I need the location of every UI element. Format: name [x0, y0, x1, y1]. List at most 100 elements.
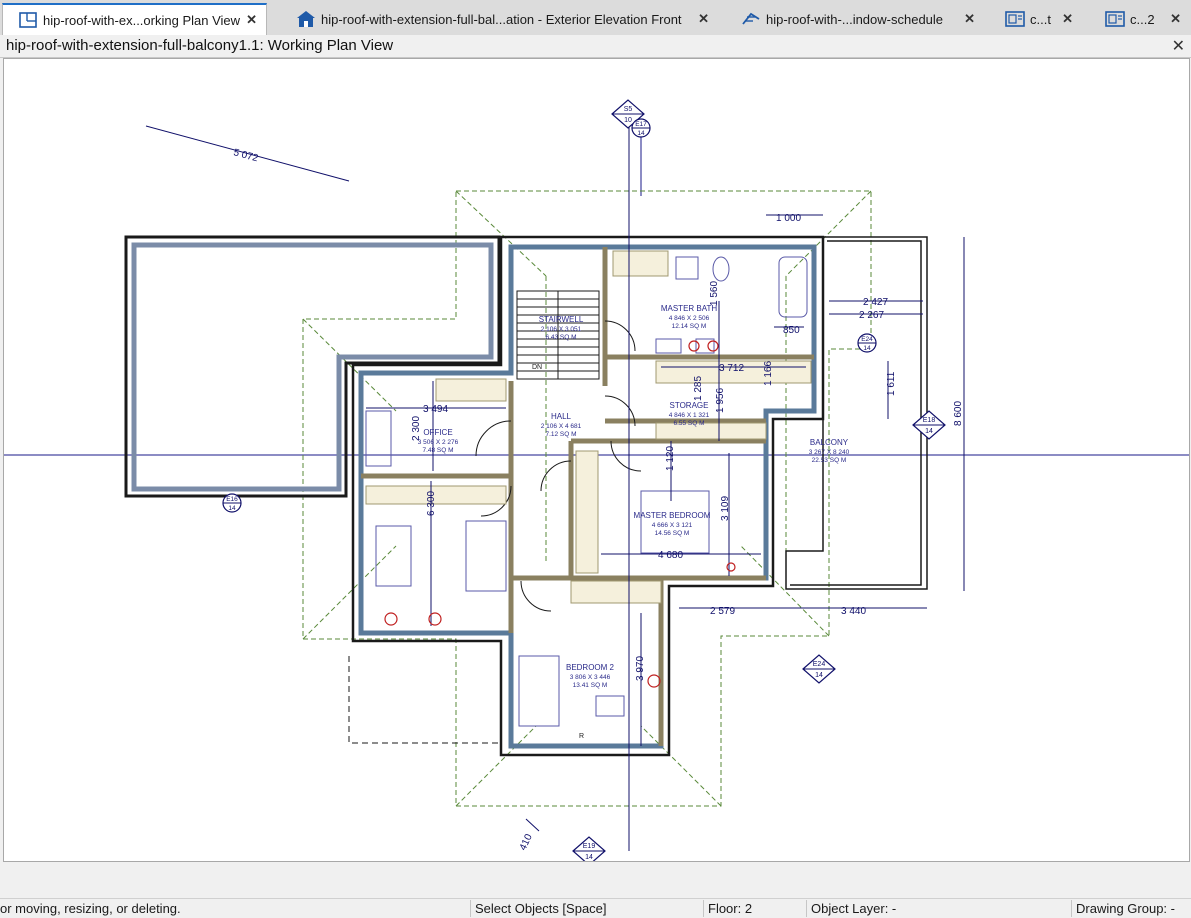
close-view-icon[interactable]: ✕: [1172, 36, 1185, 56]
close-icon[interactable]: ✕: [698, 11, 709, 27]
elevation-marker-e16[interactable]: E16 14: [222, 493, 242, 513]
svg-text:E17: E17: [635, 121, 647, 128]
status-divider: [470, 900, 471, 917]
elevation-marker-e24-bottom[interactable]: E24 14: [802, 654, 836, 684]
svg-text:MASTER BATH: MASTER BATH: [661, 304, 718, 313]
tab-window-schedule[interactable]: hip-roof-with-...indow-schedule ✕: [726, 3, 984, 35]
svg-text:14: 14: [228, 505, 236, 512]
svg-text:3 806 X 3 446: 3 806 X 3 446: [570, 674, 611, 681]
svg-text:E24: E24: [813, 661, 826, 668]
layout-sheet-icon: [1005, 11, 1025, 27]
svg-text:14: 14: [585, 854, 593, 861]
svg-text:HALL: HALL: [551, 412, 572, 421]
dimension-label: 1 000: [776, 213, 801, 224]
svg-text:E16: E16: [226, 496, 238, 503]
left-deck: [124, 235, 501, 498]
svg-text:2 106 X 4 681: 2 106 X 4 681: [541, 423, 582, 430]
dimension-label: 5 072: [232, 147, 259, 164]
dimension-label: 3 494: [423, 404, 448, 415]
document-tab-bar: hip-roof-with-ex...orking Plan View ✕ hi…: [0, 0, 1191, 36]
layout-sheet-icon: [1105, 11, 1125, 27]
svg-text:BEDROOM 2: BEDROOM 2: [566, 663, 615, 672]
svg-text:OFFICE: OFFICE: [423, 428, 452, 437]
svg-text:14: 14: [925, 428, 933, 435]
close-icon[interactable]: ✕: [1062, 11, 1073, 27]
svg-text:12.14 SQ M: 12.14 SQ M: [672, 323, 707, 330]
status-floor: Floor: 2: [708, 901, 753, 916]
svg-text:2 106 X 3 051: 2 106 X 3 051: [541, 326, 582, 333]
dimension-label: 1 285: [693, 376, 704, 401]
svg-text:BALCONY: BALCONY: [810, 438, 849, 447]
dimension-label: 410: [518, 832, 535, 852]
svg-text:S5: S5: [624, 106, 633, 113]
dimension-label: 2 427: [863, 297, 888, 308]
status-divider: [806, 900, 807, 917]
close-icon[interactable]: ✕: [964, 11, 975, 27]
svg-text:STORAGE: STORAGE: [670, 401, 709, 410]
dimension-label: 3 109: [720, 496, 731, 521]
dimension-lines: [145, 111, 965, 851]
dimension-label: 1 956: [715, 388, 726, 413]
dimension-label: 1 166: [763, 361, 774, 386]
status-drawing-group: Drawing Group: -: [1076, 901, 1175, 916]
lower-deck-outline: [348, 656, 498, 744]
room-label-bedroom-2: BEDROOM 2 3 806 X 3 446 13.41 SQ M: [566, 663, 615, 689]
status-mode: Select Objects [Space]: [475, 901, 607, 916]
room-label-office: OFFICE 3 506 X 2 276 7.48 SQ M: [418, 428, 459, 454]
svg-text:14: 14: [863, 345, 871, 352]
elevation-marker-e19[interactable]: E19 14: [572, 836, 606, 861]
status-hint: or moving, resizing, or deleting.: [0, 901, 181, 916]
svg-text:3 267 X 8 240: 3 267 X 8 240: [809, 449, 850, 456]
elevation-marker-e18[interactable]: E18 14: [912, 410, 946, 440]
status-divider: [703, 900, 704, 917]
svg-text:3 506 X 2 276: 3 506 X 2 276: [418, 439, 459, 446]
status-bar: or moving, resizing, or deleting. Select…: [0, 898, 1191, 918]
dimension-label: 4 680: [658, 550, 683, 561]
svg-text:MASTER BEDROOM: MASTER BEDROOM: [634, 511, 711, 520]
plan-view-icon: [19, 12, 37, 28]
range-label: R: [579, 733, 584, 740]
tab-working-plan-view[interactable]: hip-roof-with-ex...orking Plan View ✕: [2, 3, 267, 35]
svg-text:10: 10: [624, 117, 632, 124]
tab-layout-c2[interactable]: c...2 ✕: [1090, 3, 1190, 35]
close-icon[interactable]: ✕: [1170, 11, 1181, 27]
close-icon[interactable]: ✕: [246, 12, 257, 28]
tab-label: c...t: [1030, 11, 1051, 27]
room-label-hall: HALL 2 106 X 4 681 7.12 SQ M: [541, 412, 582, 438]
stair-down-label: DN: [532, 364, 542, 371]
svg-text:STAIRWELL: STAIRWELL: [539, 315, 584, 324]
tab-label: c...2: [1130, 11, 1155, 27]
tab-label: hip-roof-with-...indow-schedule: [766, 11, 944, 27]
svg-text:7.12 SQ M: 7.12 SQ M: [545, 431, 576, 438]
svg-text:4 846 X 1 321: 4 846 X 1 321: [669, 412, 710, 419]
dimension-label: 1 120: [665, 446, 676, 471]
plan-canvas[interactable]: 5 072 1 000 2 427 2 267 850 8 600 1 611 …: [3, 58, 1190, 862]
dimension-label: 2 267: [859, 310, 884, 321]
elevation-marker-e17[interactable]: E17 14: [631, 118, 651, 138]
svg-text:E19: E19: [583, 843, 596, 850]
elevation-marker-e24-top[interactable]: E24 14: [857, 333, 877, 353]
dimension-label: 1 560: [709, 281, 720, 306]
svg-text:14: 14: [815, 672, 823, 679]
dimension-label: 3 970: [635, 656, 646, 681]
tab-label: hip-roof-with-ex...orking Plan View: [43, 12, 241, 28]
status-object-layer: Object Layer: -: [811, 901, 897, 916]
tab-layout-ct[interactable]: c...t ✕: [990, 3, 1082, 35]
room-label-stairwell: STAIRWELL 2 106 X 3 051 6.43 SQ M: [539, 315, 584, 341]
dimension-label: 6 300: [426, 491, 437, 516]
svg-text:4 846 X 2 506: 4 846 X 2 506: [669, 315, 710, 322]
dimension-label: 2 579: [710, 606, 735, 617]
svg-text:14: 14: [637, 130, 645, 137]
tab-exterior-elevation[interactable]: hip-roof-with-extension-full-bal...ation…: [281, 3, 718, 35]
room-label-balcony: BALCONY 3 267 X 8 240 22.53 SQ M: [809, 438, 850, 464]
room-label-storage: STORAGE 4 846 X 1 321 6.55 SQ M: [669, 401, 710, 427]
view-title-bar: hip-roof-with-extension-full-balcony1.1:…: [0, 35, 1191, 58]
svg-text:4 666 X 3 121: 4 666 X 3 121: [652, 522, 693, 529]
dimension-label: 8 600: [953, 401, 964, 426]
view-title: hip-roof-with-extension-full-balcony1.1:…: [6, 37, 394, 54]
svg-text:14.56 SQ M: 14.56 SQ M: [655, 530, 690, 537]
dimension-label: 850: [783, 325, 800, 336]
svg-text:22.53 SQ M: 22.53 SQ M: [812, 457, 847, 464]
schedule-icon: [742, 12, 760, 25]
floor-plan-drawing[interactable]: 5 072 1 000 2 427 2 267 850 8 600 1 611 …: [4, 59, 1189, 861]
